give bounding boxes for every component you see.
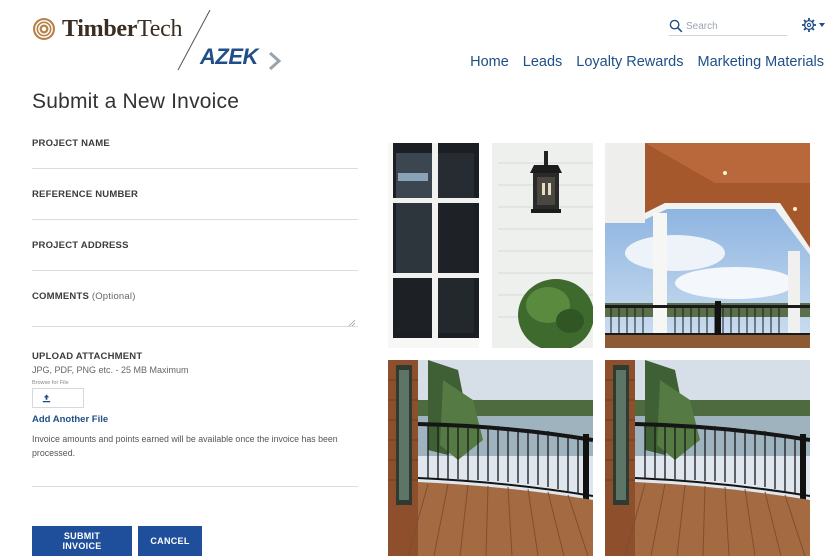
comments-label: COMMENTS (Optional): [32, 283, 358, 302]
comments-label-text: COMMENTS: [32, 291, 90, 302]
nav-marketing-materials[interactable]: Marketing Materials: [697, 54, 824, 70]
form-actions: SUBMIT INVOICE CANCEL: [32, 526, 202, 556]
project-name-label: PROJECT NAME: [32, 138, 110, 149]
submit-invoice-button[interactable]: SUBMIT INVOICE: [32, 526, 132, 556]
field-underline: [32, 219, 358, 220]
reference-number-field: REFERENCE NUMBER: [32, 181, 358, 232]
search-box: [669, 18, 787, 36]
photo-covered-porch-art: [605, 143, 810, 348]
timbertech-swirl-icon: [33, 18, 55, 40]
nav-leads[interactable]: Leads: [523, 54, 563, 70]
nav-home[interactable]: Home: [470, 54, 509, 70]
page-title: Submit a New Invoice: [32, 90, 240, 113]
comments-textarea[interactable]: [32, 305, 358, 327]
caret-down-icon: [819, 23, 825, 27]
photo-curved-deck-art: [388, 360, 593, 556]
comments-optional-text: (Optional): [91, 291, 136, 302]
search-icon[interactable]: [669, 19, 683, 33]
nav-loyalty-rewards[interactable]: Loyalty Rewards: [576, 54, 683, 70]
search-input[interactable]: [686, 18, 786, 35]
browse-label: Browse for File: [32, 380, 69, 386]
settings-gear-icon[interactable]: [801, 17, 827, 33]
project-address-field: PROJECT ADDRESS: [32, 232, 358, 283]
main-nav: Home Leads Loyalty Rewards Marketing Mat…: [456, 54, 824, 70]
brand-logo[interactable]: TimberTech AZEK: [32, 9, 282, 78]
comments-field: COMMENTS (Optional): [32, 283, 358, 338]
invoice-form: PROJECT NAME REFERENCE NUMBER PROJECT AD…: [32, 130, 358, 487]
resize-grip-icon[interactable]: [348, 319, 356, 327]
field-underline: [32, 168, 358, 169]
reference-number-label: REFERENCE NUMBER: [32, 189, 139, 200]
azek-wordmark: AZEK: [200, 44, 258, 69]
photo-window-lantern: [388, 143, 593, 348]
add-another-file-link[interactable]: Add Another File: [32, 414, 108, 425]
photo-curved-deck: [388, 360, 593, 556]
field-underline: [32, 270, 358, 271]
form-divider: [32, 486, 358, 487]
upload-label: UPLOAD ATTACHMENT: [32, 351, 143, 362]
project-address-label: PROJECT ADDRESS: [32, 240, 129, 251]
photo-window-lantern-art: [388, 143, 593, 348]
upload-section: UPLOAD ATTACHMENT JPG, PDF, PNG etc. - 2…: [32, 351, 358, 487]
timbertech-wordmark: TimberTech: [62, 16, 183, 42]
processing-note: Invoice amounts and points earned will b…: [32, 434, 338, 458]
azek-chevron-icon: [269, 51, 282, 71]
photo-covered-porch: [605, 143, 810, 348]
browse-file-button[interactable]: [32, 388, 84, 408]
photo-curved-deck-alt: [605, 360, 810, 556]
upload-hint: JPG, PDF, PNG etc. - 25 MB Maximum: [32, 365, 189, 375]
project-name-field: PROJECT NAME: [32, 130, 358, 181]
cancel-button[interactable]: CANCEL: [138, 526, 202, 556]
photo-curved-deck-alt-art: [605, 360, 810, 556]
upload-icon: [42, 394, 51, 402]
